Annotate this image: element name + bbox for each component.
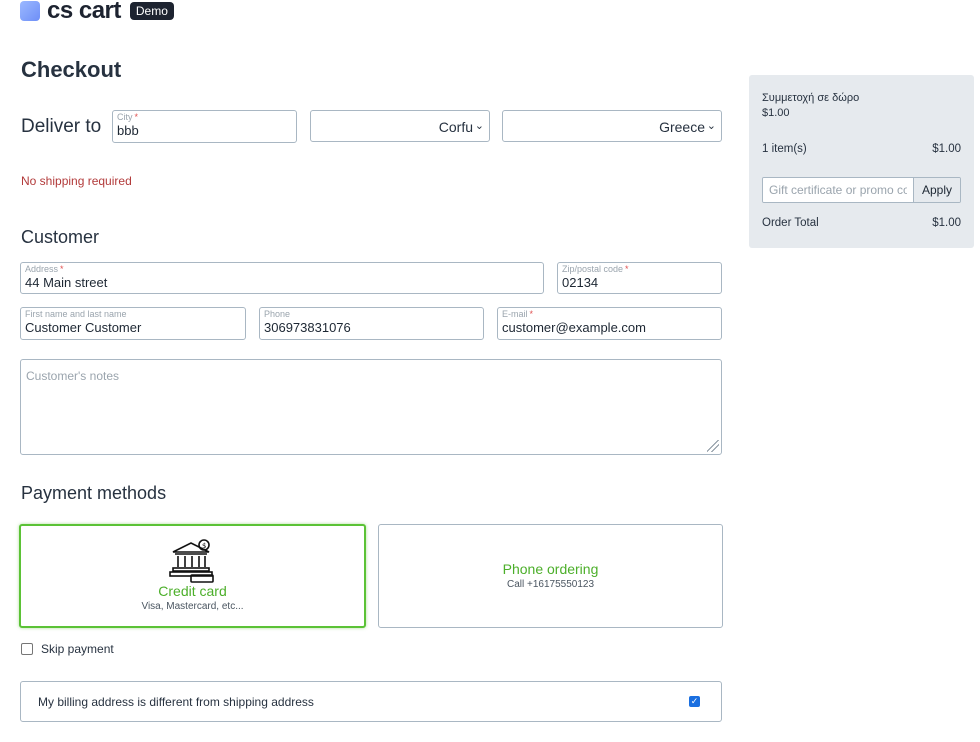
chevron-down-icon: ⌄ bbox=[474, 120, 484, 132]
phone-value: 306973831076 bbox=[264, 320, 351, 335]
skip-payment-option[interactable]: Skip payment bbox=[21, 642, 114, 656]
address-field[interactable]: Address * 44 Main street bbox=[20, 262, 544, 294]
deliver-to-label: Deliver to bbox=[21, 116, 102, 137]
customer-notes-textarea[interactable]: Customer's notes bbox=[20, 359, 722, 455]
city-field[interactable]: City * bbb bbox=[112, 110, 297, 143]
page-title: Checkout bbox=[21, 57, 122, 82]
billing-address-toggle[interactable]: My billing address is different from shi… bbox=[20, 681, 722, 722]
country-select[interactable]: Greece ⌄ bbox=[502, 110, 722, 142]
phone-ordering-subtitle: Call +16175550123 bbox=[506, 579, 595, 590]
cart-item-price: $1.00 bbox=[762, 107, 790, 119]
payment-section-title: Payment methods bbox=[21, 483, 167, 503]
logo-mark-icon bbox=[20, 1, 40, 21]
items-count-row: 1 item(s) $1.00 bbox=[762, 143, 961, 155]
email-value: customer@example.com bbox=[502, 320, 646, 335]
city-label: City bbox=[117, 112, 133, 122]
brand-logo[interactable]: cs cart Demo bbox=[20, 0, 174, 24]
skip-payment-label: Skip payment bbox=[41, 642, 114, 656]
notes-placeholder: Customer's notes bbox=[26, 369, 119, 383]
promo-code-input[interactable] bbox=[763, 178, 913, 202]
apply-button[interactable]: Apply bbox=[913, 178, 960, 202]
country-value: Greece bbox=[659, 119, 705, 135]
billing-address-label: My billing address is different from shi… bbox=[38, 695, 314, 709]
billing-address-checkbox[interactable]: ✓ bbox=[689, 696, 700, 707]
zip-label: Zip/postal code bbox=[562, 264, 624, 274]
phone-field[interactable]: Phone 306973831076 bbox=[259, 307, 484, 340]
logo-text: cs cart bbox=[47, 0, 121, 24]
address-value: 44 Main street bbox=[25, 275, 108, 290]
chevron-down-icon: ⌄ bbox=[706, 120, 716, 132]
address-label: Address bbox=[25, 264, 59, 274]
credit-card-subtitle: Visa, Mastercard, etc... bbox=[141, 601, 244, 612]
bank-icon: $ bbox=[167, 539, 219, 583]
skip-payment-checkbox[interactable] bbox=[21, 643, 33, 655]
name-field[interactable]: First name and last name Customer Custom… bbox=[20, 307, 246, 340]
items-total: $1.00 bbox=[932, 143, 961, 155]
name-label: First name and last name bbox=[25, 309, 127, 319]
phone-label: Phone bbox=[264, 309, 291, 319]
resize-grip-icon[interactable] bbox=[707, 440, 719, 452]
cart-item-name[interactable]: Συμμετοχή σε δώρο bbox=[762, 92, 859, 104]
credit-card-title: Credit card bbox=[158, 583, 227, 599]
city-value: bbb bbox=[117, 123, 139, 138]
state-value: Corfu bbox=[438, 119, 473, 135]
payment-method-credit-card[interactable]: $ Credit card Visa, Mastercard, etc... bbox=[19, 524, 366, 628]
zip-field[interactable]: Zip/postal code * 02134 bbox=[557, 262, 722, 294]
demo-badge: Demo bbox=[129, 2, 174, 20]
items-count-label: 1 item(s) bbox=[762, 143, 807, 155]
state-select[interactable]: Corfu ⌄ bbox=[310, 110, 490, 142]
order-summary: Συμμετοχή σε δώρο $1.00 1 item(s) $1.00 … bbox=[749, 75, 974, 248]
payment-method-phone-ordering[interactable]: Phone ordering Call +16175550123 bbox=[378, 524, 723, 628]
phone-ordering-title: Phone ordering bbox=[502, 561, 599, 577]
order-total-row: Order Total $1.00 bbox=[762, 217, 961, 229]
order-total-label: Order Total bbox=[762, 217, 819, 229]
svg-text:$: $ bbox=[202, 542, 206, 550]
email-label: E-mail bbox=[502, 309, 528, 319]
customer-section-title: Customer bbox=[21, 227, 100, 247]
promo-code-group: Apply bbox=[762, 177, 961, 203]
order-total-value: $1.00 bbox=[932, 217, 961, 229]
zip-value: 02134 bbox=[562, 275, 599, 290]
no-shipping-message: No shipping required bbox=[21, 174, 132, 188]
email-field[interactable]: E-mail * customer@example.com bbox=[497, 307, 722, 340]
name-value: Customer Customer bbox=[25, 320, 142, 335]
